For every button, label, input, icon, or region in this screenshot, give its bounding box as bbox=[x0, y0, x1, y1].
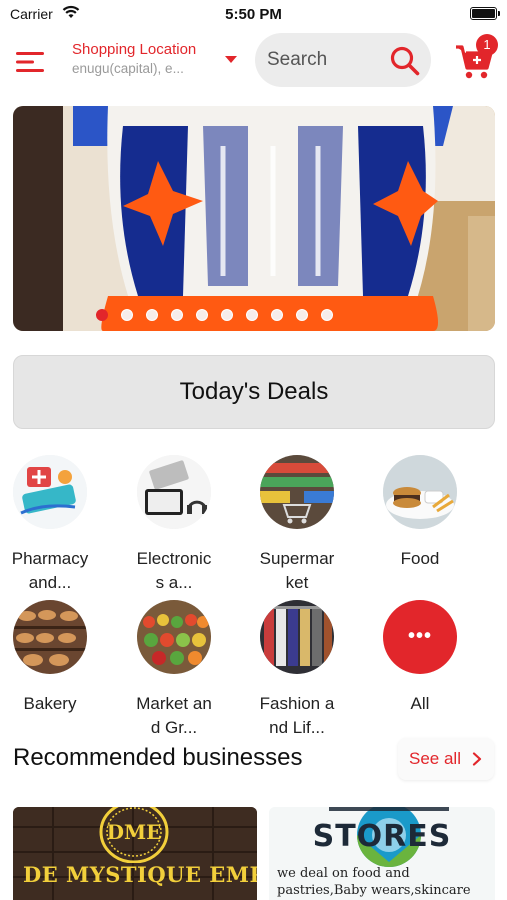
category-item[interactable]: Pharmacy and... bbox=[0, 455, 100, 595]
category-label: Market and Gr... bbox=[136, 694, 212, 737]
supermarket-icon[interactable] bbox=[260, 455, 334, 529]
pharmacy-icon[interactable] bbox=[13, 455, 87, 529]
category-item[interactable]: Bakery bbox=[0, 600, 100, 716]
chevron-down-icon[interactable] bbox=[225, 56, 237, 63]
bakery-icon[interactable] bbox=[13, 600, 87, 674]
carousel-dot[interactable] bbox=[95, 309, 108, 321]
business-description: we deal on food and pastries,Baby wears,… bbox=[277, 865, 495, 900]
carousel-pagination[interactable] bbox=[13, 309, 495, 321]
category-label: All bbox=[410, 694, 430, 713]
section-title: Recommended businesses bbox=[13, 744, 303, 771]
carousel-dot[interactable] bbox=[220, 309, 233, 321]
status-bar: Carrier 5:50 PM bbox=[0, 0, 507, 30]
chevron-right-icon bbox=[472, 752, 482, 766]
see-all-button[interactable]: See all bbox=[398, 738, 494, 780]
category-item[interactable]: Electronics a... bbox=[124, 455, 224, 595]
category-label: Supermarket bbox=[259, 549, 335, 592]
more-icon[interactable]: ••• bbox=[383, 600, 457, 674]
business-name: DE MYSTIQUE EMPIRE bbox=[23, 862, 257, 887]
business-card[interactable]: DME DE MYSTIQUE EMPIRE bbox=[13, 807, 257, 900]
location-value: enugu(capital), e... bbox=[72, 61, 184, 76]
carousel-dot[interactable] bbox=[120, 309, 133, 321]
carousel-dot[interactable] bbox=[295, 309, 308, 321]
category-label: Fashion and Lif... bbox=[259, 694, 335, 737]
banner-image bbox=[13, 106, 495, 331]
electronics-icon[interactable] bbox=[137, 455, 211, 529]
see-all-label: See all bbox=[409, 749, 461, 768]
search-bar[interactable] bbox=[255, 33, 431, 87]
carousel-dot[interactable] bbox=[245, 309, 258, 321]
clock: 5:50 PM bbox=[225, 6, 282, 23]
business-card[interactable]: STORES we deal on food and pastries,Baby… bbox=[269, 807, 495, 900]
cart-count-badge: 1 bbox=[476, 34, 498, 56]
category-item[interactable]: Supermarket bbox=[247, 455, 347, 595]
business-logo-icon: DME bbox=[99, 807, 169, 863]
business-description-text: we deal on food and pastries,Baby wears,… bbox=[277, 866, 471, 898]
food-icon[interactable] bbox=[383, 455, 457, 529]
fashion-icon[interactable] bbox=[260, 600, 334, 674]
carousel-dot[interactable] bbox=[270, 309, 283, 321]
search-input[interactable] bbox=[267, 48, 377, 72]
todays-deals-button[interactable]: Today's Deals bbox=[13, 355, 495, 429]
carousel-dot[interactable] bbox=[320, 309, 333, 321]
search-icon[interactable] bbox=[389, 45, 421, 77]
battery-icon bbox=[470, 7, 500, 20]
hamburger-menu-icon[interactable] bbox=[14, 50, 46, 74]
app-header: Shopping Location enugu(capital), e... 1 bbox=[0, 32, 507, 92]
carousel-dot[interactable] bbox=[195, 309, 208, 321]
promo-banner-carousel[interactable] bbox=[13, 106, 495, 331]
category-label: Pharmacy and... bbox=[11, 549, 89, 592]
category-item[interactable]: Market and Gr... bbox=[124, 600, 224, 740]
cart-button[interactable]: 1 bbox=[454, 34, 498, 80]
category-item[interactable]: Food bbox=[370, 455, 470, 571]
category-label: Food bbox=[400, 549, 440, 568]
category-label: Bakery bbox=[23, 694, 77, 713]
business-logo-text: DME bbox=[107, 820, 162, 844]
category-item[interactable]: Fashion and Lif... bbox=[247, 600, 347, 740]
market-icon[interactable] bbox=[137, 600, 211, 674]
carousel-dot[interactable] bbox=[170, 309, 183, 321]
business-name: STORES bbox=[312, 819, 452, 854]
carousel-dot[interactable] bbox=[145, 309, 158, 321]
category-item[interactable]: ••• All bbox=[370, 600, 470, 716]
category-label: Electronics a... bbox=[136, 549, 212, 592]
